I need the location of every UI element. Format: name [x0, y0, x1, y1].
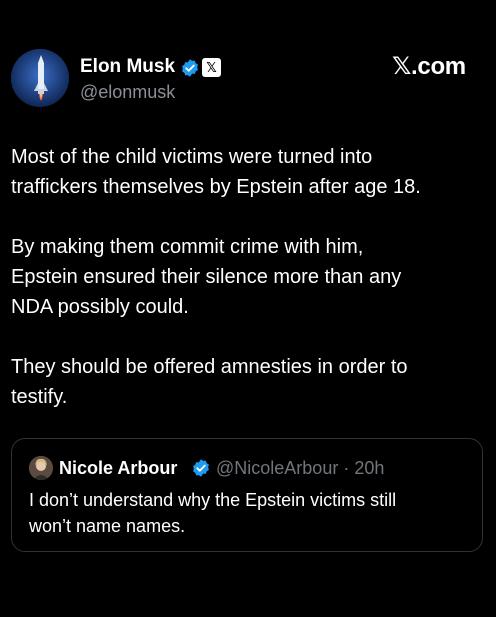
- x-com-watermark: 𝕏.com: [392, 53, 466, 80]
- quote-timestamp[interactable]: 20h: [354, 458, 384, 478]
- quoted-tweet-card[interactable]: Nicole Arbour @NicoleArbour · 20h I don’…: [11, 438, 483, 552]
- rocket-avatar-icon: [11, 49, 69, 107]
- quote-author-name[interactable]: Nicole Arbour: [59, 456, 177, 480]
- quote-text: I don’t understand why the Epstein victi…: [29, 490, 397, 536]
- tweet-paragraph: By making them commit crime with him, Ep…: [11, 236, 402, 318]
- verified-badge-icon: [180, 58, 200, 78]
- tweet-paragraph: They should be offered amnesties in orde…: [11, 356, 408, 408]
- quote-author-avatar[interactable]: [29, 456, 53, 480]
- quote-meta: @NicoleArbour · 20h: [216, 456, 384, 480]
- tweet-paragraph: Most of the child victims were turned in…: [11, 146, 421, 198]
- author-name[interactable]: Elon Musk: [80, 55, 175, 79]
- x-affiliate-badge-icon: 𝕏: [202, 58, 221, 77]
- quote-author-handle[interactable]: @NicoleArbour: [216, 458, 338, 478]
- author-avatar[interactable]: [11, 49, 69, 107]
- verified-badge-icon: [191, 458, 211, 478]
- user-avatar-icon: [29, 456, 53, 480]
- author-handle[interactable]: @elonmusk: [80, 80, 175, 104]
- meta-separator: ·: [343, 458, 350, 478]
- tweet-text: Most of the child victims were turned in…: [11, 142, 489, 412]
